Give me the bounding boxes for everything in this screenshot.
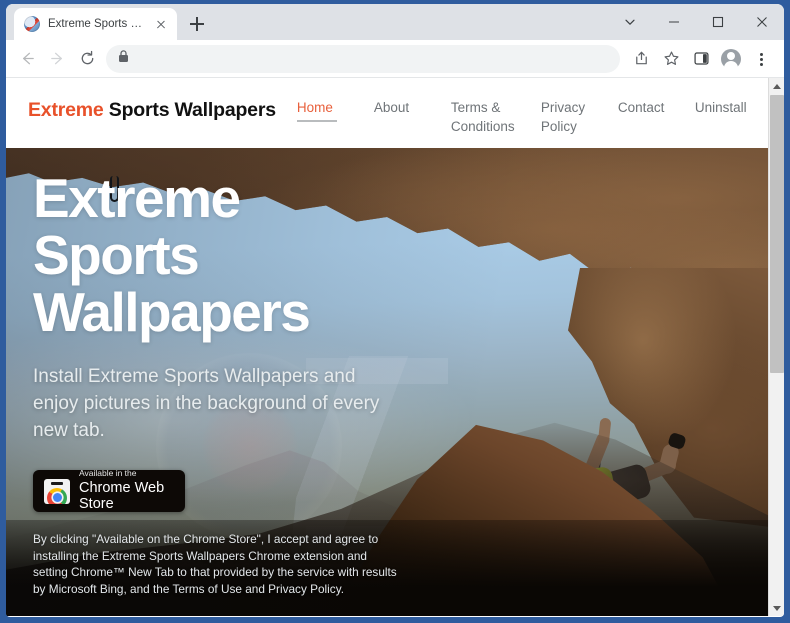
site-navigation: Home About Terms & Conditions Privacy Po… [296, 98, 755, 136]
logo-accent-word: Extreme [28, 99, 104, 121]
nav-item-privacy-policy[interactable]: Privacy Policy [541, 98, 618, 136]
profile-avatar[interactable] [716, 44, 746, 74]
address-bar[interactable] [106, 44, 620, 73]
scroll-up-icon[interactable] [769, 78, 784, 94]
page-scrollbar[interactable] [768, 78, 784, 616]
chrome-web-store-button[interactable]: Available in the Chrome Web Store [33, 467, 185, 513]
web-page: Extreme Sports Wallpapers Home About Ter… [6, 78, 768, 616]
close-icon[interactable] [740, 6, 784, 38]
hero-section: Extreme Sports Wallpapers Install Extrem… [6, 148, 768, 616]
kebab-icon [753, 51, 769, 67]
hero-title: Extreme Sports Wallpapers [33, 170, 436, 341]
browser-window: Extreme Sports Wallpapers [0, 0, 790, 623]
maximize-icon[interactable] [696, 6, 740, 38]
disclaimer-text: By clicking "Available on the Chrome Sto… [33, 532, 397, 596]
chrome-menu-icon[interactable] [746, 44, 776, 74]
back-icon[interactable] [12, 44, 42, 74]
nav-item-home[interactable]: Home [296, 98, 374, 136]
browser-window-inner: Extreme Sports Wallpapers [6, 4, 784, 617]
tab-search-icon[interactable] [608, 6, 652, 38]
cws-available-text: Available in the [79, 467, 137, 478]
hero-title-line-1: Extreme [33, 167, 241, 229]
nav-item-terms-conditions[interactable]: Terms & Conditions [451, 98, 541, 136]
cws-store-text: Chrome Web Store [79, 479, 165, 513]
browser-tab[interactable]: Extreme Sports Wallpapers [14, 8, 177, 40]
scrollbar-thumb[interactable] [770, 95, 784, 373]
avatar [721, 48, 741, 70]
lock-icon [118, 49, 132, 68]
hero-content: Extreme Sports Wallpapers Install Extrem… [6, 148, 436, 597]
site-favicon [24, 16, 40, 32]
chrome-web-store-label: Available in the Chrome Web Store [79, 467, 185, 513]
tab-strip: Extreme Sports Wallpapers [6, 4, 784, 40]
nav-item-uninstall[interactable]: Uninstall [695, 98, 755, 136]
site-header: Extreme Sports Wallpapers Home About Ter… [6, 78, 768, 148]
nav-item-contact[interactable]: Contact [618, 98, 695, 136]
tab-close-icon[interactable] [153, 16, 169, 32]
hero-title-line-2: Sports [33, 224, 200, 286]
new-tab-button[interactable] [183, 10, 211, 38]
nav-item-about[interactable]: About [374, 98, 451, 136]
browser-toolbar [6, 40, 784, 78]
forward-icon[interactable] [42, 44, 72, 74]
page-viewport: Extreme Sports Wallpapers Home About Ter… [6, 78, 784, 616]
chrome-web-store-icon [44, 478, 70, 504]
logo-rest-word: Sports Wallpapers [103, 99, 276, 121]
bookmark-star-icon[interactable] [656, 44, 686, 74]
chrome-logo-icon [47, 487, 67, 504]
tab-title: Extreme Sports Wallpapers [48, 18, 145, 30]
bag-handle [51, 482, 63, 485]
site-logo[interactable]: Extreme Sports Wallpapers [28, 98, 276, 121]
hero-subtitle: Install Extreme Sports Wallpapers and en… [33, 366, 380, 441]
share-icon[interactable] [626, 44, 656, 74]
window-controls [608, 4, 784, 40]
reload-icon[interactable] [72, 44, 102, 74]
side-panel-icon[interactable] [686, 44, 716, 74]
scroll-down-icon[interactable] [769, 600, 784, 616]
hero-title-line-3: Wallpapers [33, 281, 311, 343]
minimize-icon[interactable] [652, 6, 696, 38]
